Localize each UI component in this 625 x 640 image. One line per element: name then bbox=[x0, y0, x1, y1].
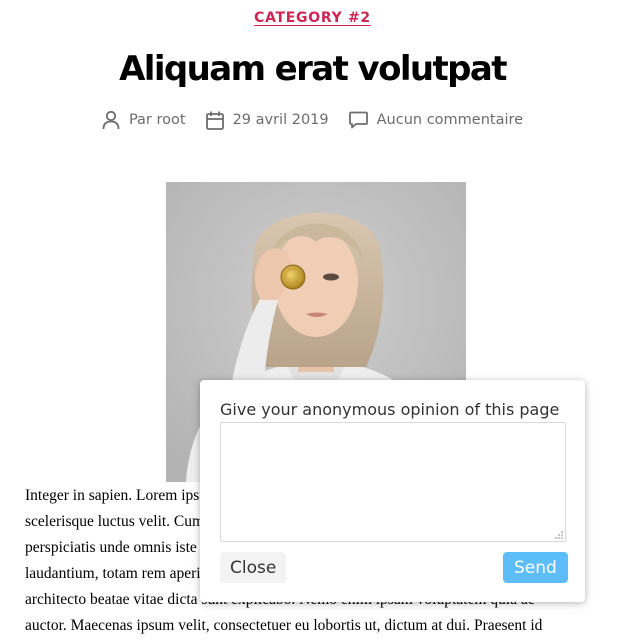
speech-bubble-icon bbox=[348, 111, 368, 129]
comments-link[interactable]: Aucun commentaire bbox=[377, 112, 523, 128]
feedback-dialog: Give your anonymous opinion of this page… bbox=[200, 380, 585, 602]
post-author: Par root bbox=[102, 110, 186, 130]
post-title: Aliquam erat volutpat bbox=[119, 49, 507, 89]
date-link[interactable]: 29 avril 2019 bbox=[233, 112, 329, 128]
post-date: 29 avril 2019 bbox=[205, 111, 329, 130]
resize-grip-icon[interactable] bbox=[554, 530, 564, 540]
feedback-textarea[interactable] bbox=[220, 422, 566, 542]
post-category: CATEGORY #2 bbox=[0, 10, 625, 26]
post-meta: Par root 29 avril 2019 Aucun commentaire bbox=[0, 110, 625, 130]
close-button[interactable]: Close bbox=[220, 552, 287, 583]
post-comments: Aucun commentaire bbox=[348, 111, 523, 129]
send-button[interactable]: Send bbox=[503, 552, 568, 583]
person-icon bbox=[102, 110, 120, 130]
feedback-prompt: Give your anonymous opinion of this page bbox=[220, 400, 560, 419]
category-link[interactable]: CATEGORY #2 bbox=[254, 10, 371, 26]
paragraph-line: auctor. Maecenas ipsum velit, consectetu… bbox=[25, 617, 543, 634]
calendar-icon bbox=[205, 111, 224, 130]
author-link[interactable]: Par root bbox=[129, 112, 186, 128]
